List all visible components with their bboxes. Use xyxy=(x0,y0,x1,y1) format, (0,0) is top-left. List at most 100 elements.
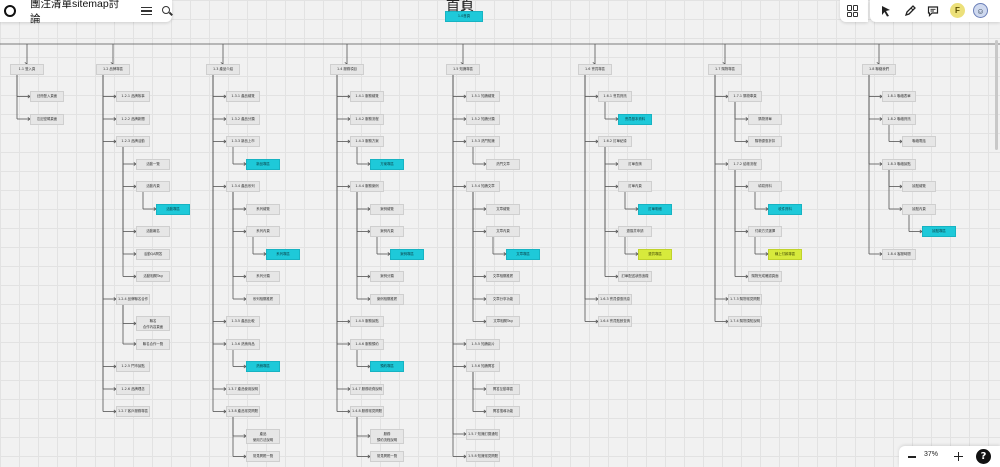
page-node[interactable]: 1.5.2 知識分類 xyxy=(466,113,500,125)
highlighted-page-node[interactable]: 文章專區 xyxy=(506,248,540,260)
page-node[interactable]: 1.5.3 熱門知識 xyxy=(466,136,500,147)
page-node[interactable]: 1.6.3 會員優惠訊息 xyxy=(598,293,632,305)
page-node[interactable]: 1.5.5 知識影片 xyxy=(466,338,500,350)
page-node[interactable]: 1.4.2 服務流程 xyxy=(350,113,384,125)
page-node[interactable]: 活動內頁 xyxy=(136,181,170,192)
page-node[interactable]: 訂單內頁 xyxy=(618,181,652,192)
page-node[interactable]: 文章總覽 xyxy=(486,203,520,215)
highlighted-page-node[interactable]: 方案專區 xyxy=(370,158,404,170)
page-node[interactable]: 填寫資料 xyxy=(748,181,782,192)
logo-icon[interactable] xyxy=(4,5,16,17)
page-node[interactable]: 1.2.7 客戶服務專區 xyxy=(116,406,150,417)
highlighted-page-node[interactable]: 據點專區 xyxy=(922,226,956,237)
page-node[interactable]: 常見問題一覽 xyxy=(246,451,280,462)
user-avatar-f[interactable]: F xyxy=(950,3,965,18)
page-node[interactable]: 文章分享功能 xyxy=(486,293,520,305)
page-node[interactable]: 問答搜尋功能 xyxy=(486,406,520,417)
highlighted-page-node[interactable]: 線上付款專區 xyxy=(768,248,802,260)
page-node[interactable]: 案例相關推薦 xyxy=(370,293,404,305)
page-node[interactable]: 1.4.1 服務總覽 xyxy=(350,91,384,102)
page-node[interactable]: 1.8.4 客服時間 xyxy=(882,248,916,260)
page-node[interactable]: 1.7.4 購物須知說明 xyxy=(728,316,762,327)
zoom-in-button[interactable] xyxy=(954,452,963,461)
pen-icon[interactable] xyxy=(904,5,916,17)
page-node[interactable]: 常見問題一覽 xyxy=(370,451,404,462)
page-node[interactable]: 案例內頁 xyxy=(370,226,404,237)
page-node[interactable]: 1.3.3 新品上市 xyxy=(226,136,260,147)
page-node[interactable]: 聯名 合作內容頁面 xyxy=(136,316,170,331)
page-node[interactable]: 文章相關Tag xyxy=(486,316,520,327)
page-node[interactable]: 1.3.6 熱銷商品 xyxy=(226,338,260,350)
sitemap-canvas[interactable]: 1.0首頁 1.1 登入頁 註冊登入頁面 忘記密碼頁面 1.2 品牌專區 1.2.1 品牌… xyxy=(0,0,1000,467)
page-node[interactable]: 1.7.1 購物車頁 xyxy=(728,91,762,102)
highlighted-page-node[interactable]: 會員基本資料 xyxy=(618,113,652,125)
page-node[interactable]: 問答互動專區 xyxy=(486,383,520,395)
page-node[interactable]: 1.7.2 結帳流程 xyxy=(728,158,762,170)
page-node[interactable]: 1.4.8 服務常見問題 xyxy=(350,406,384,417)
page-node[interactable]: 1.4.4 服務案例 xyxy=(350,181,384,192)
page-node[interactable]: 1.7.3 購物常見問題 xyxy=(728,293,762,305)
page-node[interactable]: 1.3.4 產品系列 xyxy=(226,181,260,192)
page-node[interactable]: 1.5 知識專區 xyxy=(446,64,480,75)
page-node[interactable]: 1.5.8 知識常見問題 xyxy=(466,451,500,462)
page-node[interactable]: 據點總覽 xyxy=(902,181,936,192)
page-node[interactable]: 1.3.1 產品總覽 xyxy=(226,91,260,102)
highlighted-page-node[interactable]: 訂單明細 xyxy=(638,203,672,215)
page-node[interactable]: 1.3.5 產品比較 xyxy=(226,316,260,327)
vertical-scrollbar[interactable] xyxy=(995,40,998,150)
highlighted-page-node[interactable]: 新品專區 xyxy=(246,158,280,170)
page-node[interactable]: 1.6 會員專區 xyxy=(578,64,612,75)
zoom-out-button[interactable] xyxy=(908,456,916,458)
cursor-icon[interactable] xyxy=(880,5,892,17)
page-node[interactable]: 活動QA問答 xyxy=(136,248,170,260)
highlighted-page-node[interactable]: 預約專區 xyxy=(370,361,404,372)
page-node[interactable]: 服務 預約流程說明 xyxy=(370,428,404,444)
page-node[interactable]: 1.4.6 服務預約 xyxy=(350,338,384,350)
page-node[interactable]: 1.5.7 知識訂閱通知 xyxy=(466,428,500,440)
page-node[interactable]: 1.8.1 聯絡表單 xyxy=(882,91,916,102)
page-node[interactable]: 系列內頁 xyxy=(246,226,280,237)
page-node[interactable]: 活動一覽 xyxy=(136,158,170,170)
page-node[interactable]: 據點內頁 xyxy=(902,203,936,215)
menu-icon[interactable] xyxy=(141,6,153,16)
highlighted-page-node[interactable]: 系列專區 xyxy=(266,248,300,260)
page-node[interactable]: 1.3.7 產品使用說明 xyxy=(226,383,260,395)
page-node[interactable]: 1.3.2 產品分類 xyxy=(226,113,260,125)
page-node[interactable]: 聯絡電話 xyxy=(902,136,936,147)
comment-icon[interactable] xyxy=(927,5,939,17)
page-node[interactable]: 案例分類 xyxy=(370,271,404,282)
page-node[interactable]: 購物清單 xyxy=(748,113,782,125)
highlighted-page-node[interactable]: 案例專區 xyxy=(390,248,424,260)
page-node[interactable]: 1.4.7 服務收費說明 xyxy=(350,383,384,395)
user-avatar-second[interactable]: ☺ xyxy=(973,3,988,18)
page-node[interactable]: 系列總覽 xyxy=(246,203,280,215)
page-node[interactable]: 熱門文章 xyxy=(486,158,520,170)
page-node[interactable]: 產品 使用方法說明 xyxy=(246,428,280,444)
highlighted-page-node[interactable]: 退貨專區 xyxy=(638,248,672,260)
page-node[interactable]: 聯名合作一覽 xyxy=(136,338,170,350)
highlighted-page-node[interactable]: 活動專區 xyxy=(156,203,190,215)
page-node[interactable]: 案例總覽 xyxy=(370,203,404,215)
page-node[interactable]: 忘記密碼頁面 xyxy=(30,113,64,125)
page-node[interactable]: 1.7 購物專區 xyxy=(708,64,742,75)
board-title[interactable]: 團注清單sitemap討論 xyxy=(30,0,129,26)
page-node[interactable]: 1.8 聯絡我們 xyxy=(862,64,896,75)
page-node[interactable]: 訂單配送狀態追蹤 xyxy=(618,271,652,282)
page-node[interactable]: 付款方式選擇 xyxy=(748,226,782,237)
page-node[interactable]: 1.3 產品介紹 xyxy=(206,64,240,75)
page-node[interactable]: 購物優惠折扣 xyxy=(748,136,782,147)
page-node[interactable]: 1.2.4 品牌聯名合作 xyxy=(116,293,150,305)
page-node[interactable]: 1.2.3 品牌活動 xyxy=(116,136,150,147)
highlighted-page-node[interactable]: 收件資料 xyxy=(768,203,802,215)
page-node[interactable]: 活動相關Tag xyxy=(136,271,170,282)
page-node[interactable]: 系列相關推薦 xyxy=(246,293,280,305)
page-node[interactable]: 1.6.2 訂單紀錄 xyxy=(598,136,632,147)
page-node[interactable]: 1.8.2 聯絡資訊 xyxy=(882,113,916,125)
page-node[interactable]: 1.4 服務項目 xyxy=(330,64,364,75)
page-node[interactable]: 1.2.6 品牌理念 xyxy=(116,383,150,395)
page-node[interactable]: 1.2.2 品牌新聞 xyxy=(116,113,150,125)
search-icon[interactable] xyxy=(162,6,172,16)
page-node[interactable]: 購物完成確認頁面 xyxy=(748,271,782,282)
page-node[interactable]: 退換貨申請 xyxy=(618,226,652,237)
page-node[interactable]: 註冊登入頁面 xyxy=(30,91,64,102)
